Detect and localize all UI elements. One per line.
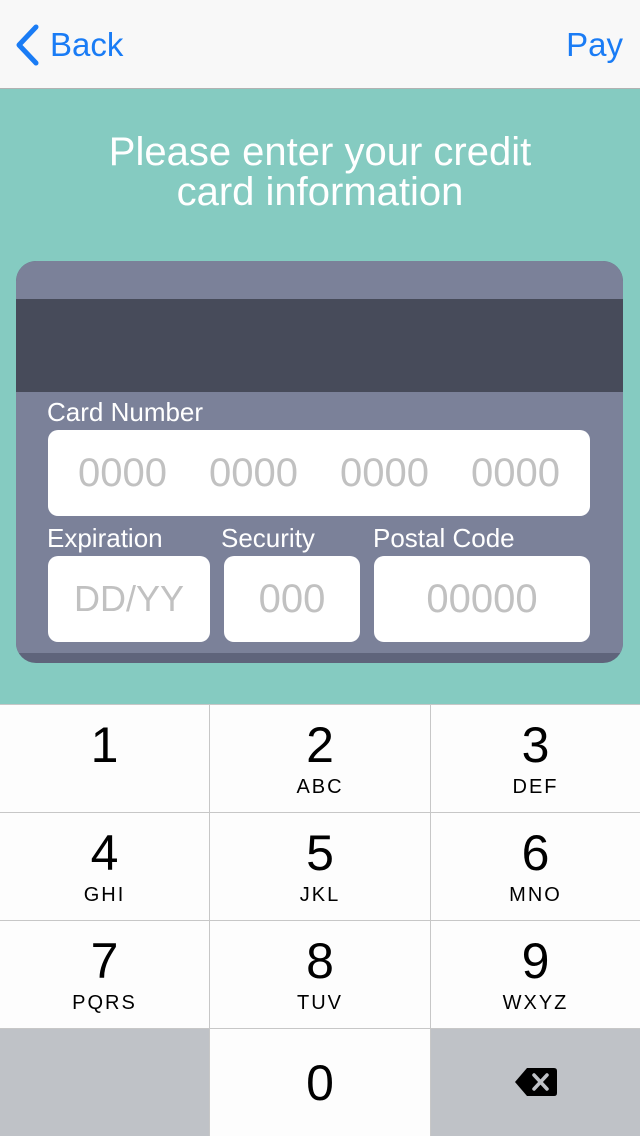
key-3[interactable]: 3 DEF: [431, 704, 640, 812]
navigation-bar: Back Pay: [0, 0, 640, 89]
backspace-icon: [514, 1068, 557, 1096]
card-number-group-1: 0000: [78, 450, 167, 495]
key-digit: 9: [521, 933, 550, 989]
key-letters: MNO: [509, 884, 562, 906]
key-letters: PQRS: [72, 992, 137, 1014]
security-label: Security: [221, 523, 315, 553]
title-line-1: Please enter your credit: [108, 130, 532, 174]
key-1[interactable]: 1: [0, 704, 209, 812]
key-8[interactable]: 8 TUV: [210, 920, 430, 1028]
chevron-left-icon: [16, 24, 39, 66]
key-letters: GHI: [83, 884, 126, 906]
key-digit: 3: [521, 717, 550, 773]
key-6[interactable]: 6 MNO: [431, 812, 640, 920]
card-number-group-2: 0000: [209, 450, 298, 495]
key-digit: 4: [90, 825, 119, 881]
credit-card: Card Number 0000 0000 0000 0000 Expirati…: [16, 261, 623, 663]
key-2[interactable]: 2 ABC: [210, 704, 430, 812]
key-letters: DEF: [512, 776, 559, 798]
key-letters: TUV: [297, 992, 343, 1014]
card-number-group-3: 0000: [340, 450, 429, 495]
key-digit: 8: [306, 933, 334, 989]
key-digit: 6: [521, 825, 550, 881]
key-digit: 7: [90, 933, 119, 989]
page-title: Please enter your credit card informatio…: [40, 132, 600, 212]
card-number-field[interactable]: 0000 0000 0000 0000: [48, 430, 590, 516]
pay-button[interactable]: Pay: [566, 22, 623, 68]
key-letters: JKL: [299, 884, 341, 906]
key-digit: 2: [306, 717, 334, 773]
keypad-divider: [0, 920, 640, 921]
security-code-field[interactable]: 000: [224, 556, 360, 642]
key-digit: 1: [90, 717, 119, 773]
postal-code-label: Postal Code: [373, 523, 515, 553]
keypad-divider: [0, 704, 640, 705]
card-number-label: Card Number: [47, 397, 204, 427]
postal-code-field[interactable]: 00000: [374, 556, 590, 642]
key-letters: ABC: [296, 776, 344, 798]
key-blank: [0, 1028, 209, 1136]
keypad-divider: [209, 704, 210, 1136]
key-4[interactable]: 4 GHI: [0, 812, 209, 920]
back-label: Back: [50, 26, 124, 63]
keypad-divider: [0, 1028, 640, 1029]
numeric-keypad: 1 2 ABC 3 DEF 4 GHI 5 JKL 6 MNO 7 PQRS 8…: [0, 704, 640, 1136]
delete-key[interactable]: [431, 1028, 640, 1136]
expiration-label: Expiration: [47, 523, 163, 553]
payment-form-area: Please enter your credit card informatio…: [0, 90, 640, 704]
key-0[interactable]: 0: [210, 1028, 430, 1136]
key-digit: 5: [306, 825, 334, 881]
key-9[interactable]: 9 WXYZ: [431, 920, 640, 1028]
magnetic-stripe: [16, 299, 623, 392]
key-7[interactable]: 7 PQRS: [0, 920, 209, 1028]
key-5[interactable]: 5 JKL: [210, 812, 430, 920]
expiration-field[interactable]: DD/YY: [48, 556, 210, 642]
card-number-group-4: 0000: [471, 450, 560, 495]
back-button[interactable]: Back: [14, 22, 123, 68]
keypad-divider: [0, 812, 640, 813]
keypad-divider: [430, 704, 431, 1136]
key-letters: WXYZ: [502, 992, 569, 1014]
title-line-2: card information: [176, 170, 464, 214]
key-digit: 0: [306, 1055, 334, 1111]
